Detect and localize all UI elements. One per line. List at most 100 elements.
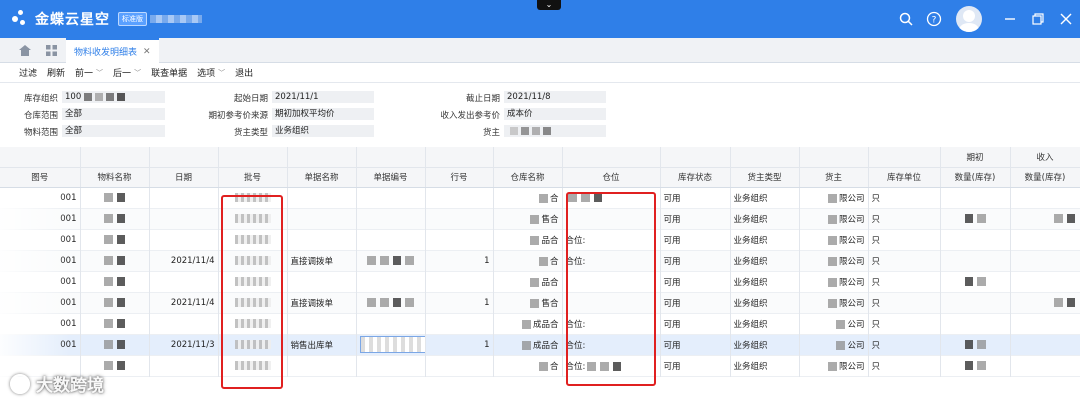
col-header-opening-qty[interactable]: 数量(库存) bbox=[940, 167, 1011, 188]
end-date-field[interactable]: 2021/11/8 bbox=[504, 91, 606, 103]
line-no-cell bbox=[425, 187, 494, 208]
owner-type-cell: 业务组织 bbox=[730, 187, 800, 208]
col-header-batch[interactable]: 批号 bbox=[218, 167, 288, 188]
options-button[interactable]: 选项 ﹀ bbox=[197, 66, 225, 80]
owner-cell: 限公司 bbox=[799, 229, 869, 250]
brand-name: 金蝶云星空 bbox=[35, 12, 110, 28]
table-row[interactable]: 001 成品合 合位: 可用 业务组织 公司只 bbox=[0, 313, 1080, 334]
date-cell bbox=[149, 355, 219, 376]
col-header-doc-no[interactable]: 单据编号 bbox=[356, 167, 426, 188]
owner-cell: 公司 bbox=[799, 313, 869, 334]
owner-cell: 限公司 bbox=[799, 292, 869, 313]
col-header-drawing-no[interactable]: 图号 bbox=[0, 167, 81, 188]
collapse-dropdown-icon[interactable]: ⌄ bbox=[537, 0, 561, 10]
opening-qty-cell bbox=[940, 313, 1011, 334]
drawing-no-cell: 001 bbox=[0, 292, 81, 313]
col-header-material-name[interactable]: 物料名称 bbox=[80, 167, 150, 188]
previous-button[interactable]: 前一 ﹀ bbox=[75, 66, 104, 80]
table-row[interactable]: 001 2021/11/4 直接调拨单 1 售合 可用 业务组织 限公司只 bbox=[0, 292, 1080, 313]
date-cell: 2021/11/4 bbox=[149, 292, 219, 313]
table-row[interactable]: 001 品合 可用 业务组织 限公司只 bbox=[0, 271, 1080, 292]
line-no-cell: 1 bbox=[425, 250, 494, 271]
doc-no-cell bbox=[356, 208, 426, 229]
doc-no-cell-editor[interactable] bbox=[359, 336, 424, 353]
col-header-line-no[interactable]: 行号 bbox=[425, 167, 494, 188]
owner-type-cell: 业务组织 bbox=[730, 355, 800, 376]
material-name-cell bbox=[80, 313, 150, 334]
drawing-no-cell: 001 bbox=[0, 187, 81, 208]
doc-no-cell bbox=[356, 313, 426, 334]
col-header-date[interactable]: 日期 bbox=[149, 167, 219, 188]
batch-cell bbox=[218, 313, 288, 334]
drawing-no-cell: 001 bbox=[0, 271, 81, 292]
tab-close-icon[interactable]: ✕ bbox=[143, 47, 151, 57]
col-header-income-qty[interactable]: 数量(库存) bbox=[1010, 167, 1080, 188]
warehouse-range-field[interactable]: 全部 bbox=[62, 108, 165, 120]
filter-button[interactable]: 过滤 bbox=[19, 66, 37, 79]
location-cell: 合位: bbox=[562, 229, 661, 250]
start-date-field[interactable]: 2021/11/1 bbox=[272, 91, 374, 103]
ref-price-label: 收入发出参考价 bbox=[440, 111, 500, 121]
table-row[interactable]: 合合位: 可用 业务组织 限公司只 bbox=[0, 355, 1080, 376]
user-avatar[interactable] bbox=[956, 6, 982, 32]
edition-badge: 标准版 bbox=[118, 12, 147, 26]
line-no-cell bbox=[425, 229, 494, 250]
exit-button[interactable]: 退出 bbox=[235, 66, 253, 79]
opening-qty-cell bbox=[940, 334, 1011, 355]
owner-type-label: 货主类型 bbox=[233, 128, 268, 138]
stock-status-cell: 可用 bbox=[660, 250, 731, 271]
location-cell: 合位: bbox=[562, 355, 661, 376]
refresh-button[interactable]: 刷新 bbox=[47, 66, 65, 79]
ref-source-field[interactable]: 期初加权平均价 bbox=[272, 108, 374, 120]
table-row[interactable]: 001 2021/11/3 销售出库单 1 成品合 合位: 可用 业务组织 公司只 bbox=[0, 334, 1080, 355]
batch-cell bbox=[218, 187, 288, 208]
apps-grid-icon[interactable] bbox=[46, 45, 57, 59]
table-row[interactable]: 001 2021/11/4 直接调拨单 1 合合位: 可用 业务组织 限公司只 bbox=[0, 250, 1080, 271]
col-header-location[interactable]: 仓位 bbox=[562, 167, 661, 188]
table-row[interactable]: 001 售合 可用 业务组织 限公司只 bbox=[0, 208, 1080, 229]
col-header-owner-type[interactable]: 货主类型 bbox=[730, 167, 800, 188]
restore-icon[interactable] bbox=[1028, 9, 1048, 29]
col-header-stock-unit[interactable]: 库存单位 bbox=[868, 167, 941, 188]
location-cell bbox=[562, 292, 661, 313]
chevron-down-icon: ﹀ bbox=[96, 68, 104, 77]
date-cell bbox=[149, 187, 219, 208]
search-icon[interactable] bbox=[896, 9, 916, 29]
next-button[interactable]: 后一 ﹀ bbox=[113, 66, 141, 80]
owner-type-field[interactable]: 业务组织 bbox=[272, 125, 374, 137]
linked-query-button[interactable]: 联查单据 bbox=[151, 66, 187, 79]
watermark-logo-icon bbox=[10, 373, 30, 394]
col-header-stock-status[interactable]: 库存状态 bbox=[660, 167, 731, 188]
col-header-warehouse[interactable]: 仓库名称 bbox=[493, 167, 563, 188]
income-qty-cell bbox=[1010, 355, 1080, 376]
location-cell bbox=[562, 271, 661, 292]
owner-field[interactable] bbox=[504, 125, 606, 137]
help-icon[interactable]: ? bbox=[924, 9, 944, 29]
owner-type-cell: 业务组织 bbox=[730, 334, 800, 355]
minimize-icon[interactable] bbox=[1000, 9, 1020, 29]
redacted-batch bbox=[234, 360, 271, 370]
location-cell: 合位: bbox=[562, 313, 661, 334]
stock-status-cell: 可用 bbox=[660, 355, 731, 376]
date-cell bbox=[149, 271, 219, 292]
stock-unit-cell: 只 bbox=[868, 334, 941, 355]
material-range-field[interactable]: 全部 bbox=[62, 125, 165, 137]
close-icon[interactable] bbox=[1056, 9, 1076, 29]
tab-label: 物料收发明细表 bbox=[74, 48, 138, 58]
col-header-owner[interactable]: 货主 bbox=[799, 167, 869, 188]
table-row[interactable]: 001 合 可用 业务组织 限公司只 bbox=[0, 187, 1080, 208]
owner-cell: 限公司 bbox=[799, 250, 869, 271]
table-row[interactable]: 001 品合 合位: 可用 业务组织 限公司只 bbox=[0, 229, 1080, 250]
tab-material-detail[interactable]: 物料收发明细表 ✕ bbox=[66, 38, 159, 63]
home-icon[interactable] bbox=[19, 45, 31, 59]
stock-org-field[interactable]: 100 bbox=[62, 91, 165, 103]
batch-cell bbox=[218, 271, 288, 292]
owner-type-cell: 业务组织 bbox=[730, 208, 800, 229]
doc-no-cell bbox=[356, 250, 426, 271]
group-header-income: 收入 bbox=[1010, 147, 1080, 168]
batch-cell bbox=[218, 208, 288, 229]
income-qty-cell bbox=[1010, 187, 1080, 208]
ref-price-field[interactable]: 成本价 bbox=[504, 108, 606, 120]
material-range-label: 物料范围 bbox=[23, 128, 58, 138]
col-header-doc-name[interactable]: 单据名称 bbox=[287, 167, 357, 188]
